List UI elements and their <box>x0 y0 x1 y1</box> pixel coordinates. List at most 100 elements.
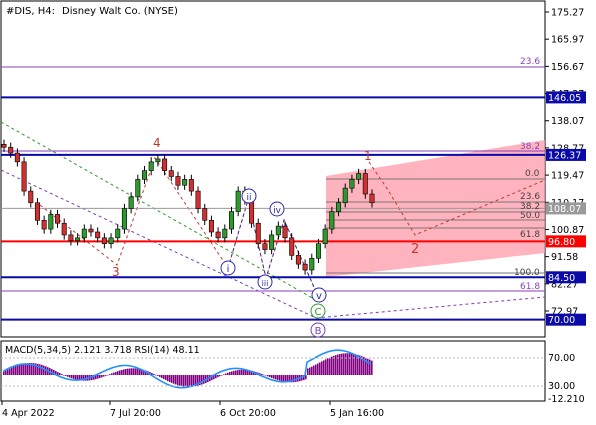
wave-label-iv: iv <box>273 206 282 216</box>
macd-bar <box>65 375 67 376</box>
candle-body <box>356 173 362 180</box>
macd-bar <box>127 368 129 375</box>
macd-bar <box>307 368 309 375</box>
wave-label-ii: ii <box>246 193 251 203</box>
fib-label-top-382: 38.2 <box>520 142 540 152</box>
macd-bar <box>189 375 191 387</box>
fib-label-0: 0.0 <box>525 169 540 179</box>
macd-bar <box>275 375 277 380</box>
candle-body <box>369 193 375 204</box>
macd-bar <box>235 370 237 375</box>
candle-body <box>228 211 234 230</box>
macd-bar <box>109 374 111 375</box>
macd-bar <box>183 375 185 387</box>
candle-body <box>215 231 221 239</box>
macd-bar <box>319 362 321 375</box>
macd-bar <box>201 375 203 385</box>
macd-bar <box>215 375 217 379</box>
macd-bar <box>131 368 133 375</box>
macd-bar <box>283 375 285 382</box>
candle-body <box>34 202 40 221</box>
macd-bar <box>9 368 11 375</box>
candle-body <box>95 231 101 239</box>
candle-body <box>55 214 61 224</box>
wave-label-i: i <box>227 264 230 275</box>
candle-body <box>322 228 328 244</box>
time-axis: 4 Apr 2022 7 Jul 20:00 6 Oct 20:00 5 Jan 16… <box>1 401 384 419</box>
candle-body <box>28 190 34 204</box>
macd-bar <box>157 375 159 376</box>
macd-bar <box>103 375 105 377</box>
candle-body <box>342 187 348 204</box>
indicator-title: MACD(5,34,5) 2.121 3.718 RSI(14) 48.11 <box>5 345 200 356</box>
fib-label-top-236: 23.6 <box>520 57 540 67</box>
indicator-tick-label: 70.00 <box>548 353 575 364</box>
candle-body <box>295 255 301 265</box>
macd-bar <box>269 375 271 378</box>
macd-bar <box>273 375 275 379</box>
candle-body <box>101 237 107 244</box>
candle-body <box>1 144 7 148</box>
price-tick-label: 91.58 <box>551 252 578 263</box>
macd-bar <box>271 375 273 378</box>
macd-bar <box>341 353 343 375</box>
macd-bar <box>39 364 41 375</box>
candle-body <box>121 208 127 230</box>
macd-bar <box>203 375 205 384</box>
candle-body <box>162 158 168 171</box>
candle-body <box>349 179 355 189</box>
macd-bar <box>353 353 355 375</box>
macd-bar <box>333 355 335 375</box>
macd-bar <box>335 355 337 375</box>
candle-body <box>68 234 74 242</box>
macd-bar <box>7 369 9 375</box>
price-tick-label: 138.07 <box>551 116 584 127</box>
candle-body <box>282 225 288 239</box>
macd-bar <box>21 364 23 375</box>
candle-body <box>88 228 94 233</box>
macd-bar <box>177 375 179 386</box>
wave-marker-C: C <box>310 303 326 319</box>
macd-bar <box>325 359 327 375</box>
time-tick-label: 6 Oct 20:00 <box>220 408 276 419</box>
candle-body <box>275 225 281 236</box>
candle-body <box>21 161 27 192</box>
macd-bar <box>23 363 25 375</box>
macd-bar <box>19 364 21 375</box>
candle-body <box>48 214 54 230</box>
wave-marker-i: i <box>220 260 236 276</box>
macd-bar <box>339 354 341 375</box>
macd-bar <box>111 373 113 375</box>
macd-bar <box>347 353 349 375</box>
price-tick-label: 156.67 <box>551 62 584 73</box>
macd-bar <box>119 370 121 375</box>
candle-body <box>128 196 134 209</box>
macd-bar <box>135 368 137 375</box>
macd-bar <box>113 372 115 375</box>
macd-bar <box>229 372 231 375</box>
macd-bar <box>17 365 19 375</box>
candle-body <box>75 237 81 242</box>
candle-body <box>315 243 321 259</box>
macd-bar <box>227 372 229 375</box>
candle-body <box>362 173 368 195</box>
wave-marker-v: v <box>311 287 327 303</box>
macd-bar <box>101 375 103 378</box>
macd-bar <box>25 363 27 375</box>
wave-label-v: v <box>316 291 322 302</box>
time-tick-label: 4 Apr 2022 <box>2 408 55 419</box>
macd-bar <box>125 368 127 375</box>
macd-bar <box>173 375 175 384</box>
price-chart: 175.27165.97156.67147.37138.07128.77119.… <box>0 0 586 419</box>
candle-body <box>255 222 261 244</box>
candle-body <box>235 190 241 212</box>
macd-bar <box>223 374 225 375</box>
candle-body <box>182 179 188 186</box>
price-tick-label: 100.87 <box>551 225 584 236</box>
indicator-tick-label: -12.210 <box>548 394 585 405</box>
macd-bar <box>231 371 233 375</box>
macd-bar <box>129 368 131 375</box>
macd-bar <box>329 357 331 375</box>
macd-bar <box>369 359 371 375</box>
wave-label-3: 3 <box>112 265 120 279</box>
